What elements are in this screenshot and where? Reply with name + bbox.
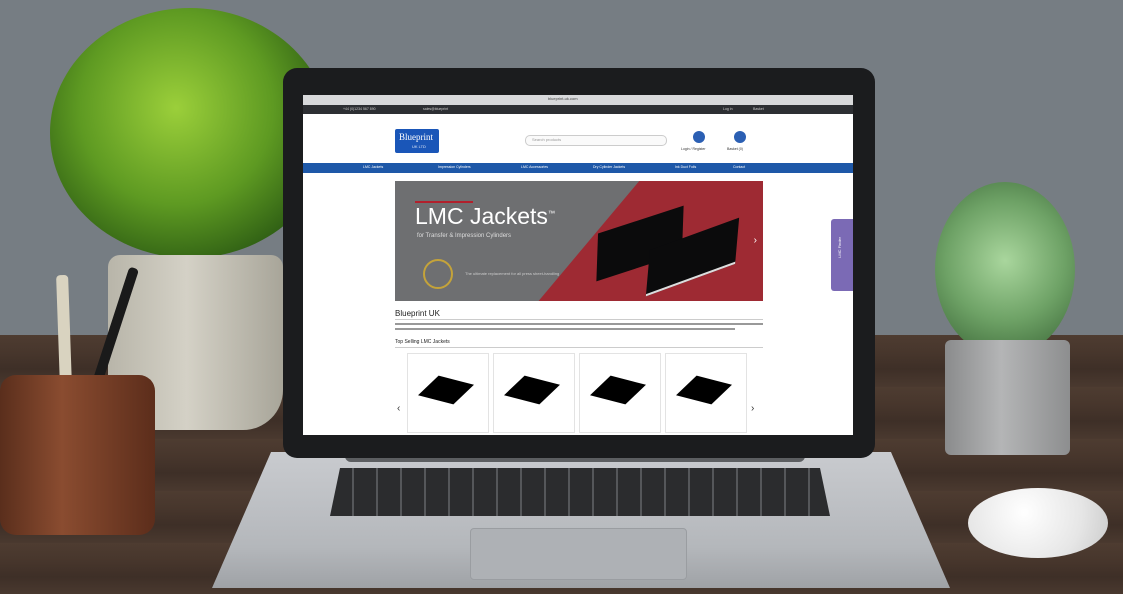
- product-card[interactable]: [493, 353, 575, 433]
- wireless-mouse[interactable]: [968, 488, 1108, 558]
- topbar-cart-link[interactable]: Basket: [753, 107, 764, 111]
- logo-text: Blueprint: [399, 132, 433, 142]
- product-card[interactable]: [407, 353, 489, 433]
- banner-subtitle: for Transfer & Impression Cylinders: [417, 233, 512, 239]
- basket-link[interactable]: Basket (0): [727, 147, 743, 151]
- divider-2: [395, 347, 763, 348]
- divider: [395, 319, 763, 320]
- quality-seal-icon: [423, 259, 453, 289]
- carousel-prev-arrow-icon[interactable]: ‹: [397, 403, 400, 414]
- main-navigation: LMC Jackets Impression Cylinders LMC Acc…: [303, 163, 853, 173]
- banner-tagline: The ultimate replacement for all press s…: [465, 271, 560, 276]
- search-input[interactable]: Search products: [525, 135, 667, 146]
- product-card[interactable]: [579, 353, 661, 433]
- hero-banner[interactable]: LMC Jackets™ for Transfer & Impression C…: [395, 181, 763, 301]
- email-link[interactable]: sales@blueprint: [423, 107, 448, 111]
- login-register-link[interactable]: Login / Register: [681, 147, 706, 151]
- succulent-plant: [935, 182, 1075, 357]
- product-image: [676, 375, 732, 405]
- concrete-pot: [945, 340, 1070, 455]
- site-logo[interactable]: Blueprint UK LTD: [395, 129, 439, 153]
- nav-item-ink-duct-foils[interactable]: Ink Duct Foils: [675, 165, 696, 169]
- carousel-next-arrow-icon[interactable]: ›: [751, 403, 754, 414]
- product-image: [504, 375, 560, 405]
- site-topbar: +44 (0)1234 567 890 sales@blueprint Log …: [303, 105, 853, 114]
- nav-item-lmc-accessories[interactable]: LMC Accessories: [521, 165, 548, 169]
- lmc-finder-side-tab[interactable]: LMC Finder: [831, 219, 853, 291]
- intro-paragraph: [395, 323, 763, 325]
- phone-link[interactable]: +44 (0)1234 567 890: [343, 107, 376, 111]
- wooden-pen-cup: [0, 375, 155, 535]
- banner-next-arrow-icon[interactable]: ›: [754, 235, 757, 246]
- product-image: [590, 375, 646, 405]
- logo-subtext: UK LTD: [412, 144, 426, 149]
- nav-item-contact[interactable]: Contact: [733, 165, 745, 169]
- intro-paragraph-line-2: [395, 328, 735, 330]
- laptop-keyboard[interactable]: [330, 468, 830, 516]
- subsection-title: Top Selling LMC Jackets: [395, 339, 450, 345]
- section-title: Blueprint UK: [395, 309, 440, 318]
- basket-icon[interactable]: [734, 131, 746, 143]
- banner-title: LMC Jackets™: [415, 203, 555, 229]
- nav-item-lmc-jackets[interactable]: LMC Jackets: [363, 165, 383, 169]
- side-tab-label: LMC Finder: [837, 237, 842, 258]
- browser-url[interactable]: blueprint-uk.com: [548, 96, 578, 101]
- laptop-trackpad[interactable]: [470, 528, 687, 580]
- user-icon[interactable]: [693, 131, 705, 143]
- nav-item-impression-cylinders[interactable]: Impression Cylinders: [438, 165, 471, 169]
- nav-item-dry-cylinder-jackets[interactable]: Dry Cylinder Jackets: [593, 165, 625, 169]
- topbar-login-link[interactable]: Log in: [723, 107, 733, 111]
- laptop-screen: blueprint-uk.com +44 (0)1234 567 890 sal…: [303, 95, 853, 435]
- search-placeholder: Search products: [532, 137, 562, 142]
- product-card[interactable]: [665, 353, 747, 433]
- product-image: [418, 375, 474, 405]
